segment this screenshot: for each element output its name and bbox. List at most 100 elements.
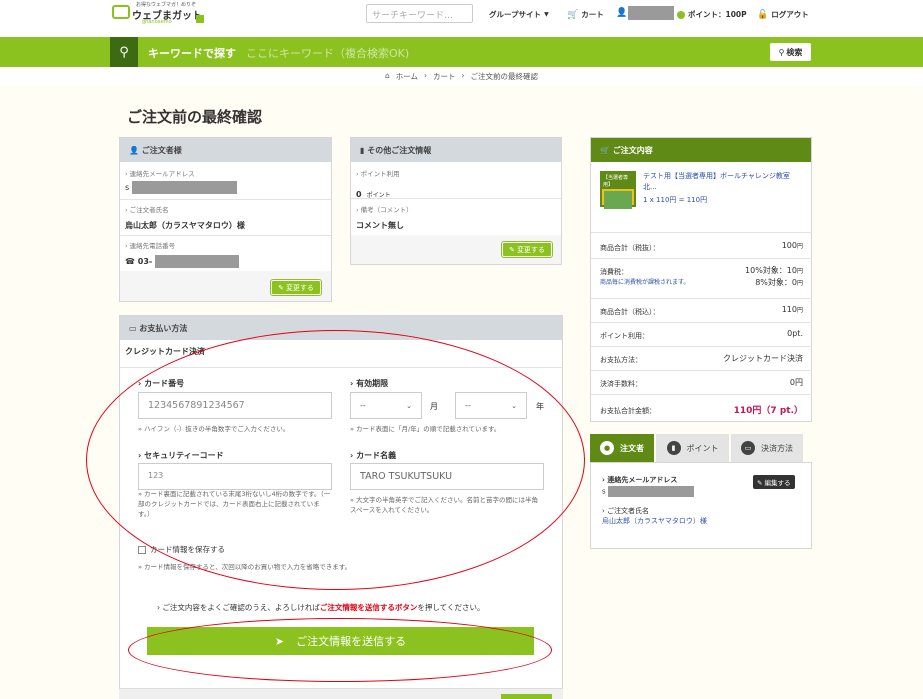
user-icon: 👤 <box>129 146 139 155</box>
lock-icon: 🔓 <box>757 9 769 20</box>
user-add-icon: 👤 <box>616 8 628 18</box>
points-icon: ▮ <box>666 441 681 455</box>
site-search-input[interactable]: サーチキーワード… <box>366 4 473 23</box>
order-summary-panel: 🛒 ご注文内容 【当選者専用】 テスト用【当選者専用】ボールチャレンジ教室北..… <box>590 137 812 422</box>
username-redacted <box>628 6 674 20</box>
group-site-menu[interactable]: グループサイト ▼ <box>489 9 549 20</box>
edit-icon: ✎ <box>278 283 284 292</box>
site-logo[interactable]: お得なウェブマガ！めりぞ ウェブまガット ghanoaemo <box>112 2 212 27</box>
save-card-checkbox[interactable] <box>138 545 146 554</box>
page-title: ご注文前の最終確認 <box>127 108 263 126</box>
logout-label: ログアウト <box>771 10 809 19</box>
book-icon: ▮ <box>360 146 365 155</box>
breadcrumb-cart[interactable]: カート <box>433 71 456 82</box>
other-info-title: その他ご注文情報 <box>367 146 432 155</box>
keyword-label: キーワードで探す <box>148 47 236 60</box>
orderer-panel-header: 👤 ご注文者様 <box>120 138 331 162</box>
breadcrumb: ⌂ ホーム › カート › ご注文前の最終確認 <box>385 71 538 82</box>
other-info-details: › ポイント利用 0 ポイント › 備考（コメント） コメント無し <box>351 162 561 235</box>
keyword-search-label: 検索 <box>786 47 803 57</box>
other-change-button[interactable]: ✎ 変更する <box>501 241 553 258</box>
caret-down-icon: ▼ <box>544 11 549 18</box>
logo-icon <box>112 5 130 19</box>
orderer-change-label: 変更する <box>285 283 314 292</box>
points-row: ポイント利用： 0pt. <box>591 322 812 346</box>
orderer-details: › 連絡先メールアドレス s › ご注文者氏名 烏山太郎（カラスヤマタロウ）様 … <box>120 162 331 271</box>
payment-panel-title: お支払い方法 <box>139 324 188 333</box>
search-small-icon: ⚲ <box>778 47 785 57</box>
tab-payment-label: 決済方法 <box>761 443 793 453</box>
remarks-label: › 備考（コメント） <box>356 206 413 214</box>
user-icon: ● <box>600 441 614 455</box>
item-thumbnail[interactable]: 【当選者専用】 <box>600 171 636 209</box>
email-redacted <box>131 181 237 194</box>
tab-orderer[interactable]: ● 注文者 <box>590 434 654 462</box>
order-summary-title: ご注文内容 <box>612 146 653 155</box>
breadcrumb-separator: › <box>424 71 428 80</box>
name-value: 烏山太郎（カラスヤマタロウ）様 <box>125 221 245 230</box>
breadcrumb-separator: › <box>461 71 465 80</box>
edit-button[interactable]: ✎ 編集する <box>753 475 795 489</box>
cart-link[interactable]: 🛒 カート <box>567 9 604 20</box>
phone-label: › 連絡先電話番号 <box>125 242 176 250</box>
other-info-header: ▮ その他ご注文情報 <box>351 138 561 162</box>
subtotal-in-row: 商品合計（税込）： 110円 <box>591 298 812 322</box>
keyword-search-button[interactable]: ⚲ 検索 <box>770 43 811 61</box>
other-change-label: 変更する <box>516 245 545 254</box>
cart-icon: 🛒 <box>600 146 610 155</box>
logout-link[interactable]: 🔓 ログアウト <box>757 9 809 20</box>
subtotal-ex-row: 商品合計（税抜）： 100円 <box>591 232 812 258</box>
cart-label: カート <box>581 10 604 19</box>
orderer-panel-title: ご注文者様 <box>141 146 182 155</box>
other-info-panel: ▮ その他ご注文情報 › ポイント利用 0 ポイント › 備考（コメント） コメ… <box>350 137 562 265</box>
points-icon <box>677 10 685 19</box>
tab-name-value: 烏山太郎（カラスヤマタロウ）様 <box>602 517 707 525</box>
card-icon: ▭ <box>741 441 755 455</box>
keyword-input[interactable]: ここにキーワード（複合検索OK) <box>246 45 409 61</box>
breadcrumb-current: ご注文前の最終確認 <box>470 72 539 81</box>
email-label: › 連絡先メールアドレス <box>125 170 195 178</box>
tab-email-redacted <box>607 486 694 497</box>
card-icon: ▭ <box>129 324 137 333</box>
tab-email-value: s <box>602 486 694 497</box>
highlight-ellipse-form <box>86 330 585 590</box>
confirm-text: › ご注文内容をよくご確認のうえ、よろしければご注文情報を送信するボタンを押して… <box>157 603 485 612</box>
payment-method-row: お支払方法： クレジットカード決済 <box>591 346 812 370</box>
tab-payment[interactable]: ▭ 決済方法 <box>731 434 803 462</box>
orderer-panel: 👤 ご注文者様 › 連絡先メールアドレス s › ご注文者氏名 烏山太郎（カラス… <box>119 137 332 302</box>
orderer-change-button[interactable]: ✎ 変更する <box>270 279 322 296</box>
item-price: 1 x 110円 = 110円 <box>643 196 708 204</box>
tab-content-orderer: › 連絡先メールアドレス s ✎ 編集する › ご注文者氏名 烏山太郎（カラスヤ… <box>590 462 812 549</box>
breadcrumb-home[interactable]: ホーム <box>396 71 418 82</box>
edit-icon: ✎ <box>509 245 515 254</box>
email-value: s <box>125 181 237 194</box>
phone-redacted <box>155 255 240 268</box>
home-icon: ⌂ <box>385 71 390 80</box>
phone-value: ☎ 03- <box>125 255 240 268</box>
footer-green-button[interactable] <box>501 694 552 699</box>
edit-button-label: 編集する <box>764 479 791 487</box>
name-label: › ご注文者氏名 <box>125 206 169 214</box>
points-indicator: ポイント：100P <box>677 9 747 20</box>
tab-email-label: › 連絡先メールアドレス <box>602 476 678 484</box>
item-name[interactable]: テスト用【当選者専用】ボールチャレンジ教室北... <box>643 171 803 193</box>
remarks-value: コメント無し <box>356 221 404 230</box>
tab-points-label: ポイント <box>686 443 719 453</box>
points-use-label: › ポイント利用 <box>356 170 400 178</box>
edit-icon: ✎ <box>757 479 763 487</box>
search-icon[interactable]: ⚲ <box>110 37 138 67</box>
payment-panel-footer <box>119 688 563 699</box>
group-site-label: グループサイト <box>489 10 542 19</box>
order-summary-header: 🛒 ご注文内容 <box>591 138 811 162</box>
tab-points[interactable]: ▮ ポイント <box>656 434 729 462</box>
phone-icon: ☎ <box>125 257 135 266</box>
points-label: ポイント：100P <box>688 10 747 19</box>
cart-icon: 🛒 <box>567 9 579 20</box>
fee-row: 決済手数料： 0円 <box>591 370 812 394</box>
tab-orderer-label: 注文者 <box>620 443 644 453</box>
total-row: お支払合計金額： 110円（7 pt.） <box>591 394 812 422</box>
tab-name-label: › ご注文者氏名 <box>602 507 650 515</box>
logo-sub: ghanoaemo <box>142 19 172 25</box>
logo-mark <box>196 15 204 23</box>
tax-row: 消費税： 商品毎に消費税が課税されます。 10%対象：10円 8%対象：0円 <box>591 258 812 298</box>
